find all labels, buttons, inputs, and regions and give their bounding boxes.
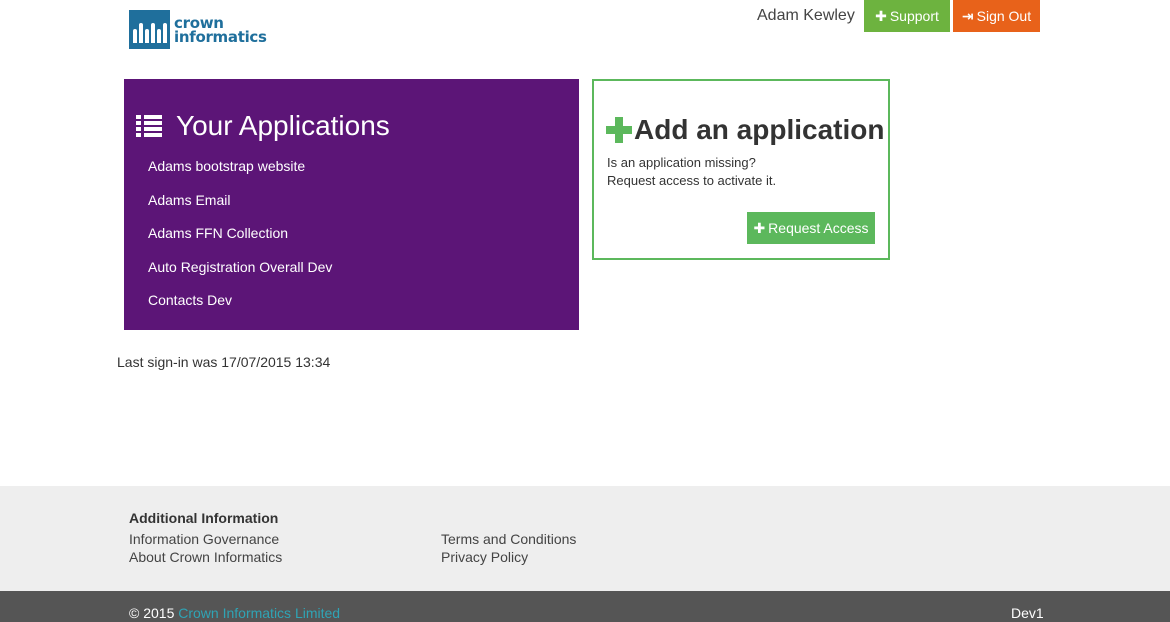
environment-label: Dev1 xyxy=(1011,605,1044,621)
application-link[interactable]: Adams Email xyxy=(148,192,230,208)
footer-links-left: Information Governance About Crown Infor… xyxy=(129,530,282,566)
information-governance-link[interactable]: Information Governance xyxy=(129,531,279,547)
about-crown-informatics-link[interactable]: About Crown Informatics xyxy=(129,549,282,565)
sign-out-label: Sign Out xyxy=(976,8,1032,24)
user-name[interactable]: Adam Kewley xyxy=(757,6,855,26)
applications-panel: Your Applications Adams bootstrap websit… xyxy=(124,79,579,330)
application-item: Auto Registration Overall Dev xyxy=(148,258,332,292)
applications-list: Adams bootstrap website Adams Email Adam… xyxy=(148,157,332,325)
applications-heading: Your Applications xyxy=(136,109,390,143)
footer-link-item: About Crown Informatics xyxy=(129,548,282,566)
request-access-button[interactable]: ✚ Request Access xyxy=(747,212,875,244)
terms-and-conditions-link[interactable]: Terms and Conditions xyxy=(441,531,576,547)
sign-out-button[interactable]: ⇥ Sign Out xyxy=(953,0,1040,32)
application-item: Contacts Dev xyxy=(148,291,332,325)
request-access-label: Request Access xyxy=(768,220,869,236)
logo-text: crown informatics xyxy=(174,15,267,46)
footer-heading: Additional Information xyxy=(129,510,279,526)
crown-informatics-logo[interactable]: crown informatics xyxy=(129,10,267,49)
last-sign-in-text: Last sign-in was 17/07/2015 13:34 xyxy=(117,354,331,370)
plus-icon: ✚ xyxy=(875,8,887,24)
application-link[interactable]: Adams bootstrap website xyxy=(148,158,305,174)
application-link[interactable]: Contacts Dev xyxy=(148,292,232,308)
logo-line-2: informatics xyxy=(174,27,267,46)
application-link[interactable]: Adams FFN Collection xyxy=(148,225,288,241)
add-application-title: Add an application xyxy=(634,114,885,145)
list-icon xyxy=(136,115,162,137)
footer-link-item: Information Governance xyxy=(129,530,282,548)
application-item: Adams Email xyxy=(148,191,332,225)
crown-informatics-limited-link[interactable]: Crown Informatics Limited xyxy=(178,605,340,621)
logo-mark-icon xyxy=(129,10,170,49)
support-label: Support xyxy=(889,8,939,24)
add-application-heading: Add an application xyxy=(606,113,884,147)
bottom-bar: © 2015 Crown Informatics Limited Dev1 xyxy=(0,591,1170,622)
copyright: © 2015 Crown Informatics Limited xyxy=(129,604,340,622)
application-item: Adams bootstrap website xyxy=(148,157,332,191)
applications-title: Your Applications xyxy=(176,110,390,141)
footer-link-item: Privacy Policy xyxy=(441,548,576,566)
privacy-policy-link[interactable]: Privacy Policy xyxy=(441,549,528,565)
add-application-panel: Add an application Is an application mis… xyxy=(592,79,890,260)
add-application-description: Is an application missing? Request acces… xyxy=(607,154,776,190)
description-line-1: Is an application missing? xyxy=(607,155,756,170)
plus-icon: ✚ xyxy=(753,220,766,236)
footer: Additional Information Information Gover… xyxy=(0,486,1170,591)
plus-icon xyxy=(606,117,632,143)
support-button[interactable]: ✚ Support xyxy=(864,0,950,32)
footer-links-right: Terms and Conditions Privacy Policy xyxy=(441,530,576,566)
application-link[interactable]: Auto Registration Overall Dev xyxy=(148,259,332,275)
footer-link-item: Terms and Conditions xyxy=(441,530,576,548)
application-item: Adams FFN Collection xyxy=(148,224,332,258)
copyright-prefix: © 2015 xyxy=(129,605,175,621)
description-line-2: Request access to activate it. xyxy=(607,173,777,188)
sign-out-icon: ⇥ xyxy=(961,8,974,24)
